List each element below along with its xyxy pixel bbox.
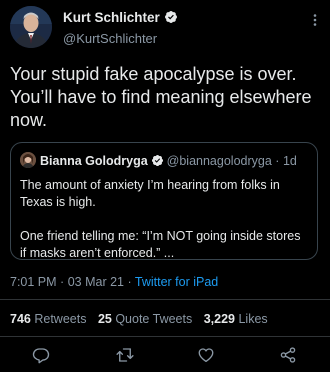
- quoted-author-avatar: [20, 152, 36, 168]
- retweets-label: Retweets: [34, 312, 87, 326]
- tweet-stats: 746 Retweets 25 Quote Tweets 3,229 Likes: [10, 312, 276, 326]
- likes-stat[interactable]: 3,229 Likes: [204, 312, 276, 326]
- likes-count: 3,229: [203, 312, 235, 326]
- quotes-label: Quote Tweets: [115, 312, 193, 326]
- author-name[interactable]: Kurt Schlichter: [63, 10, 178, 25]
- tweet-date[interactable]: 03 Mar 21: [68, 275, 124, 289]
- quotes-count: 25: [97, 312, 112, 326]
- quoted-line: The amount of anxiety I’m hearing from f…: [20, 178, 280, 192]
- more-options-icon[interactable]: [308, 13, 322, 27]
- quoted-timestamp: 1d: [282, 154, 297, 168]
- author-avatar[interactable]: [10, 6, 52, 48]
- quoted-author-name: Bianna Golodryga: [40, 154, 148, 168]
- tweet-line: now.: [10, 110, 48, 130]
- divider: [0, 336, 330, 337]
- tweet-time[interactable]: 7:01 PM: [10, 275, 57, 289]
- reply-icon[interactable]: [32, 346, 50, 364]
- quoted-line: One friend telling me: “I’m NOT going in…: [20, 229, 301, 243]
- quotes-stat[interactable]: 25 Quote Tweets: [98, 312, 200, 326]
- quoted-line: if masks aren’t enforced.” ...: [20, 246, 175, 260]
- quoted-tweet-text: The amount of anxiety I’m hearing from f…: [20, 177, 312, 262]
- share-icon[interactable]: [279, 346, 297, 364]
- tweet-meta: 7:01 PM · 03 Mar 21 · Twitter for iPad: [10, 275, 218, 289]
- quoted-separator: ·: [275, 154, 280, 168]
- retweets-stat[interactable]: 746 Retweets: [10, 312, 94, 326]
- likes-label: Likes: [238, 312, 268, 326]
- quoted-tweet-card[interactable]: Bianna Golodryga @biannagolodryga · 1d T…: [10, 142, 318, 260]
- quoted-line: Texas is high.: [20, 195, 96, 209]
- tweet-source-link[interactable]: Twitter for iPad: [135, 275, 218, 289]
- like-icon[interactable]: [197, 346, 215, 364]
- quoted-tweet-header: Bianna Golodryga @biannagolodryga · 1d: [20, 152, 297, 168]
- person-avatar-icon: [10, 6, 52, 48]
- retweet-icon[interactable]: [116, 346, 134, 364]
- divider: [0, 299, 330, 300]
- author-name-text: Kurt Schlichter: [63, 10, 160, 25]
- person-avatar-icon: [20, 152, 36, 168]
- quoted-author-handle: @biannagolodryga: [166, 154, 272, 168]
- tweet-line: Your stupid fake apocalypse is over.: [10, 64, 297, 84]
- meta-separator: ·: [60, 275, 65, 289]
- retweets-count: 746: [10, 312, 31, 326]
- tweet-line: You’ll have to find meaning elsewhere: [10, 87, 312, 107]
- tweet-text: Your stupid fake apocalypse is over. You…: [10, 63, 325, 132]
- verified-badge-icon: [164, 10, 178, 24]
- meta-separator: ·: [127, 275, 132, 289]
- author-handle[interactable]: @KurtSchlichter: [63, 31, 157, 46]
- verified-badge-icon: [151, 154, 164, 167]
